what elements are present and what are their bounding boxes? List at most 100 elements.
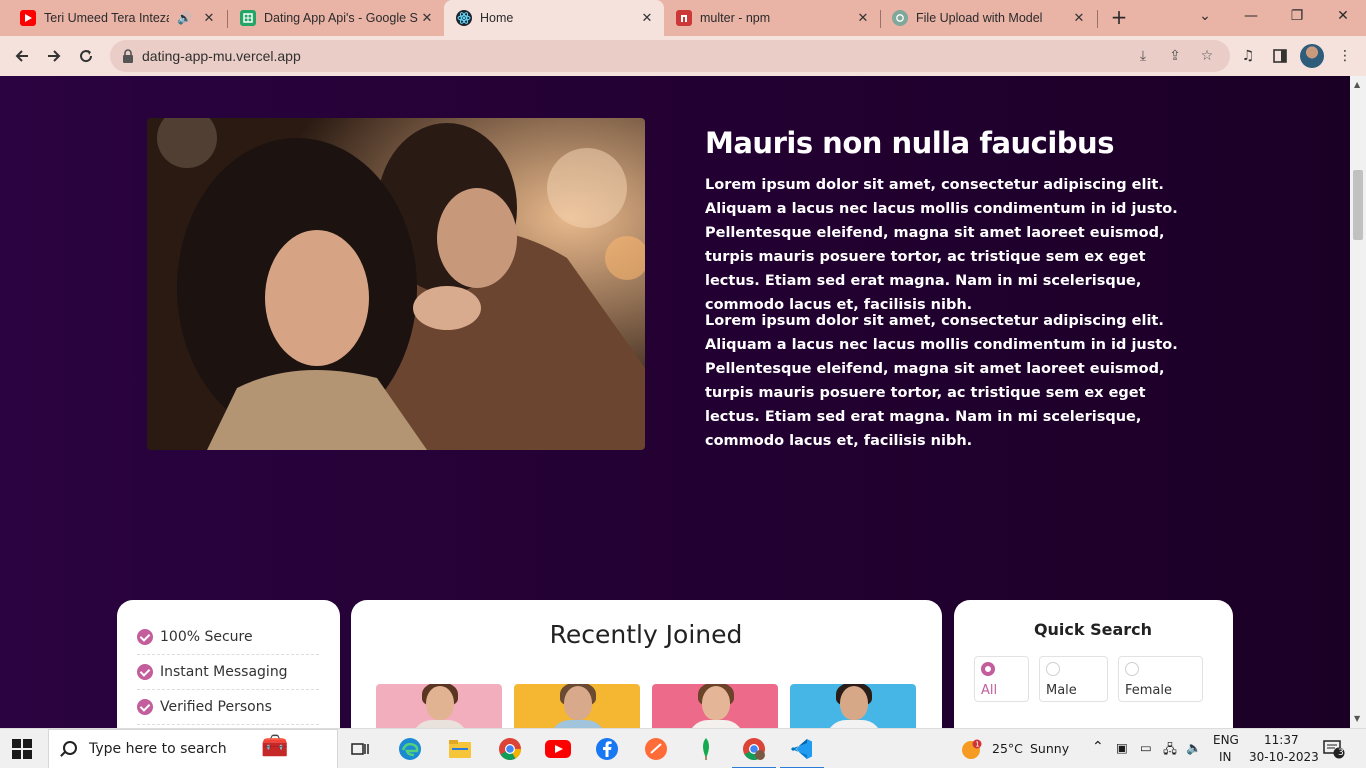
minimize-button[interactable]: — — [1228, 0, 1274, 32]
gender-label: All — [981, 683, 998, 698]
features-card: 100% Secure Instant Messaging Verified P… — [117, 600, 340, 728]
gender-option-female[interactable]: Female — [1118, 656, 1203, 702]
close-tab-icon[interactable]: ✕ — [854, 9, 872, 27]
recently-joined-title: Recently Joined — [549, 620, 743, 649]
feature-label: 100% Secure — [160, 629, 253, 645]
volume-icon[interactable]: 🔈 — [1186, 740, 1202, 756]
url-text[interactable]: dating-app-mu.vercel.app — [142, 48, 301, 64]
vscode-icon[interactable] — [780, 735, 824, 768]
tools-illustration-icon: 🧰 — [261, 734, 289, 759]
chrome-icon[interactable] — [496, 735, 524, 763]
member-photo — [376, 684, 502, 728]
clock-time[interactable]: 11:37 — [1264, 733, 1299, 747]
scroll-up-icon[interactable]: ▲ — [1354, 80, 1360, 89]
member-card[interactable] — [514, 684, 640, 728]
close-tab-icon[interactable]: ✕ — [638, 9, 656, 27]
battery-icon[interactable]: ▭ — [1140, 740, 1152, 755]
chrome-profile-icon[interactable] — [732, 735, 776, 768]
hero-title: Mauris non nulla faucibus — [705, 126, 1114, 160]
address-bar[interactable]: dating-app-mu.vercel.app ⤓ ⇪ ☆ — [110, 40, 1230, 72]
feature-item: Verified Persons — [137, 690, 319, 725]
tab-title: Teri Umeed Tera Intezar — [44, 11, 170, 25]
lock-icon[interactable] — [122, 48, 134, 63]
check-circle-icon — [137, 699, 153, 715]
hero-paragraph: Lorem ipsum dolor sit amet, consectetur … — [705, 313, 1178, 449]
tab-divider — [1097, 10, 1098, 28]
recently-joined-card: Recently Joined — [351, 600, 942, 728]
tab-google-sheets[interactable]: Dating App Api's - Google Sheets ✕ — [228, 4, 444, 32]
bookmark-star-icon[interactable]: ☆ — [1198, 47, 1216, 65]
reload-button[interactable] — [72, 42, 100, 70]
close-tab-icon[interactable]: ✕ — [418, 9, 436, 27]
hero-paragraph: Lorem ipsum dolor sit amet, consectetur … — [705, 177, 1178, 313]
member-card[interactable] — [790, 684, 916, 728]
back-button[interactable] — [8, 42, 36, 70]
radio-selected-icon[interactable] — [981, 662, 995, 676]
network-icon[interactable]: 🖧 — [1163, 740, 1177, 761]
youtube-app-icon[interactable] — [544, 735, 572, 763]
tab-multer-npm[interactable]: multer - npm ✕ — [664, 4, 880, 32]
task-view-icon[interactable] — [346, 735, 374, 763]
radio-icon[interactable] — [1125, 662, 1139, 676]
media-control-icon[interactable]: ♫ — [1238, 46, 1258, 66]
postman-icon[interactable] — [642, 735, 670, 763]
side-panel-icon[interactable] — [1270, 46, 1290, 66]
close-window-button[interactable]: ✕ — [1320, 0, 1366, 32]
close-tab-icon[interactable]: ✕ — [200, 9, 218, 27]
meet-now-icon[interactable]: ▣ — [1116, 740, 1128, 755]
gender-option-all[interactable]: All — [974, 656, 1029, 702]
scrollbar-thumb[interactable] — [1353, 170, 1363, 240]
gender-label: Female — [1125, 683, 1173, 698]
close-tab-icon[interactable]: ✕ — [1070, 9, 1088, 27]
tab-file-upload[interactable]: File Upload with Model ✕ — [880, 4, 1096, 32]
browser-tab-strip: Teri Umeed Tera Intezar 🔊 ✕ Dating App A… — [0, 0, 1366, 36]
quick-search-card: Quick Search All Male Female — [954, 600, 1233, 728]
facebook-icon[interactable] — [593, 735, 621, 763]
edge-icon[interactable] — [396, 735, 424, 763]
feature-label: Instant Messaging — [160, 664, 288, 680]
weather-condition[interactable]: Sunny — [1030, 741, 1069, 756]
scroll-down-icon[interactable]: ▼ — [1354, 714, 1360, 723]
tab-title: Home — [480, 11, 514, 25]
install-app-icon[interactable]: ⤓ — [1134, 47, 1152, 65]
youtube-icon — [20, 10, 36, 26]
openai-icon — [892, 10, 908, 26]
search-icon — [63, 741, 77, 755]
file-explorer-icon[interactable] — [446, 735, 474, 763]
language-region[interactable]: IN — [1219, 750, 1232, 764]
windows-taskbar: Type here to search 🧰 1 25°C Sunny ⌃ ▣ ▭… — [0, 728, 1366, 768]
share-icon[interactable]: ⇪ — [1166, 47, 1184, 65]
member-photo — [790, 684, 916, 728]
radio-icon[interactable] — [1046, 662, 1060, 676]
npm-icon — [676, 10, 692, 26]
page-scrollbar[interactable]: ▲ ▼ — [1350, 76, 1366, 728]
profile-avatar[interactable] — [1300, 44, 1324, 68]
taskbar-search-box[interactable]: Type here to search 🧰 — [48, 729, 338, 768]
tab-home[interactable]: Home ✕ — [444, 0, 664, 36]
restore-button[interactable]: ❐ — [1274, 0, 1320, 32]
member-card[interactable] — [652, 684, 778, 728]
mongodb-icon[interactable] — [692, 735, 720, 763]
member-card[interactable] — [376, 684, 502, 728]
notification-count: 3 — [1338, 748, 1344, 758]
clock-date[interactable]: 30-10-2023 — [1249, 750, 1319, 764]
language-code[interactable]: ENG — [1213, 733, 1239, 747]
search-placeholder: Type here to search — [89, 741, 227, 757]
gender-option-male[interactable]: Male — [1039, 656, 1108, 702]
forward-button[interactable] — [40, 42, 68, 70]
quick-search-title: Quick Search — [1033, 620, 1153, 639]
react-icon — [456, 10, 472, 26]
speaker-icon[interactable]: 🔊 — [177, 11, 192, 25]
weather-temp[interactable]: 25°C — [992, 741, 1023, 756]
windows-start-icon[interactable] — [12, 739, 32, 759]
menu-kebab-icon[interactable]: ⋮ — [1335, 46, 1355, 66]
tab-title: multer - npm — [700, 11, 771, 25]
gender-label: Male — [1046, 683, 1077, 698]
tab-youtube[interactable]: Teri Umeed Tera Intezar 🔊 ✕ — [8, 4, 226, 32]
chevron-up-icon[interactable]: ⌃ — [1092, 739, 1104, 755]
weather-icon[interactable]: 1 — [958, 736, 984, 764]
new-tab-button[interactable]: + — [1108, 6, 1130, 28]
tab-search-icon[interactable]: ⌄ — [1182, 0, 1228, 32]
notification-center-icon[interactable]: 3 — [1320, 735, 1348, 763]
couple-photo — [147, 118, 645, 450]
